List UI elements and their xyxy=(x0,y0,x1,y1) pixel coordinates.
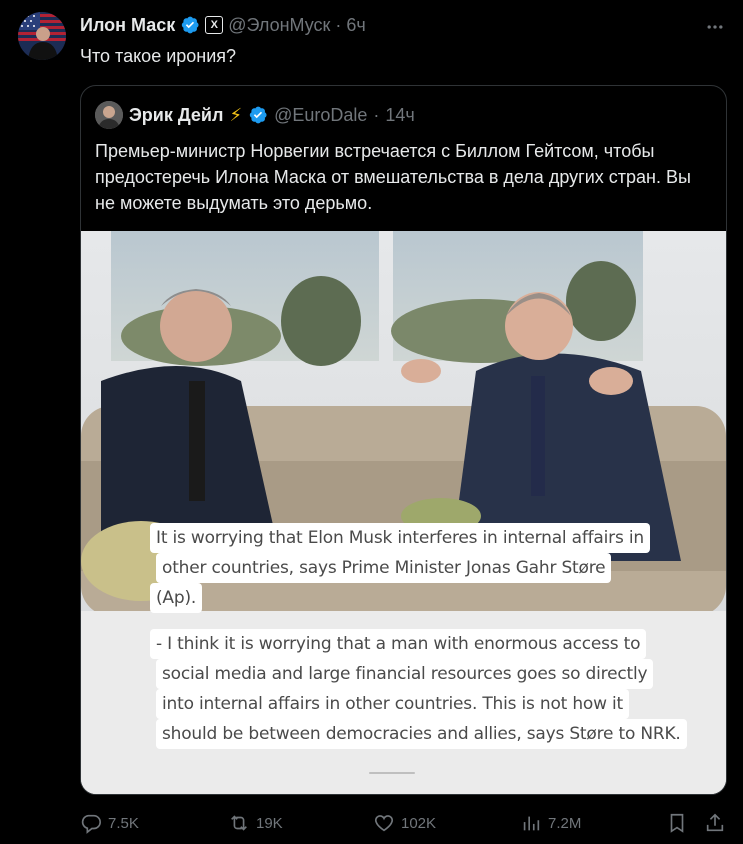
tweet[interactable]: Илон Маск X @ЭлонМуск · 6ч Что такое иро… xyxy=(0,0,743,844)
separator: · xyxy=(335,14,342,35)
quoted-tweet[interactable]: Эрик Дейл ⚡ @EuroDale · 14ч Премьер-мини… xyxy=(80,85,727,795)
quote-text: Премьер-министр Норвегии встречается с Б… xyxy=(95,141,691,213)
quote-image[interactable]: It is worrying that Elon Musk interferes… xyxy=(81,231,726,794)
repost-count: 19K xyxy=(256,814,283,832)
reply-icon xyxy=(81,814,101,834)
view-count: 7.2M xyxy=(548,814,582,832)
views-icon xyxy=(523,816,540,831)
like-button[interactable]: 102K xyxy=(373,808,436,838)
like-count: 102K xyxy=(401,814,437,832)
caption-line: other countries, says Prime Minister Jon… xyxy=(156,553,612,583)
author-name[interactable]: Илон Маск xyxy=(80,15,175,36)
like-icon xyxy=(374,815,394,832)
image-scroll-indicator xyxy=(369,772,415,774)
caption-line: should be between democracies and allies… xyxy=(156,719,687,749)
bookmark-icon xyxy=(670,813,684,833)
quote-author-handle[interactable]: @EuroDale xyxy=(274,105,367,126)
caption-line: It is worrying that Elon Musk interferes… xyxy=(150,523,650,553)
tweet-header: Илон Маск X @ЭлонМуск · 6ч xyxy=(80,13,366,37)
reply-count: 7.5K xyxy=(108,814,139,832)
bookmark-button[interactable] xyxy=(666,808,688,838)
tweet-time[interactable]: 6ч xyxy=(346,15,365,36)
quote-header: Эрик Дейл ⚡ @EuroDale · 14ч xyxy=(95,100,415,130)
views-button[interactable]: 7.2M xyxy=(520,808,581,838)
tweet-text: Что такое ирония? xyxy=(80,46,237,66)
verified-icon xyxy=(248,105,268,125)
quote-time[interactable]: 14ч xyxy=(385,105,414,126)
author-handle[interactable]: @ЭлонМуск xyxy=(228,15,330,36)
quote-author-avatar[interactable] xyxy=(95,101,123,129)
reply-button[interactable]: 7.5K xyxy=(80,808,139,838)
caption-line: social media and large financial resourc… xyxy=(156,659,654,689)
bolt-emoji: ⚡ xyxy=(229,104,243,125)
author-avatar[interactable] xyxy=(18,12,66,60)
action-bar: 7.5K 19K 102K 7.2M xyxy=(80,808,730,838)
caption-line: (Ap). xyxy=(150,583,203,613)
share-icon xyxy=(706,813,724,832)
verified-icon xyxy=(180,15,200,35)
repost-button[interactable]: 19K xyxy=(228,808,283,838)
share-button[interactable] xyxy=(704,808,726,838)
caption-line: - I think it is worrying that a man with… xyxy=(150,629,647,659)
separator: · xyxy=(373,104,380,125)
repost-icon xyxy=(231,815,247,831)
x-logo-icon: X xyxy=(205,16,224,34)
more-icon[interactable] xyxy=(702,14,728,40)
quote-author-name[interactable]: Эрик Дейл xyxy=(129,105,223,126)
caption-line: into internal affairs in other countries… xyxy=(156,689,630,719)
